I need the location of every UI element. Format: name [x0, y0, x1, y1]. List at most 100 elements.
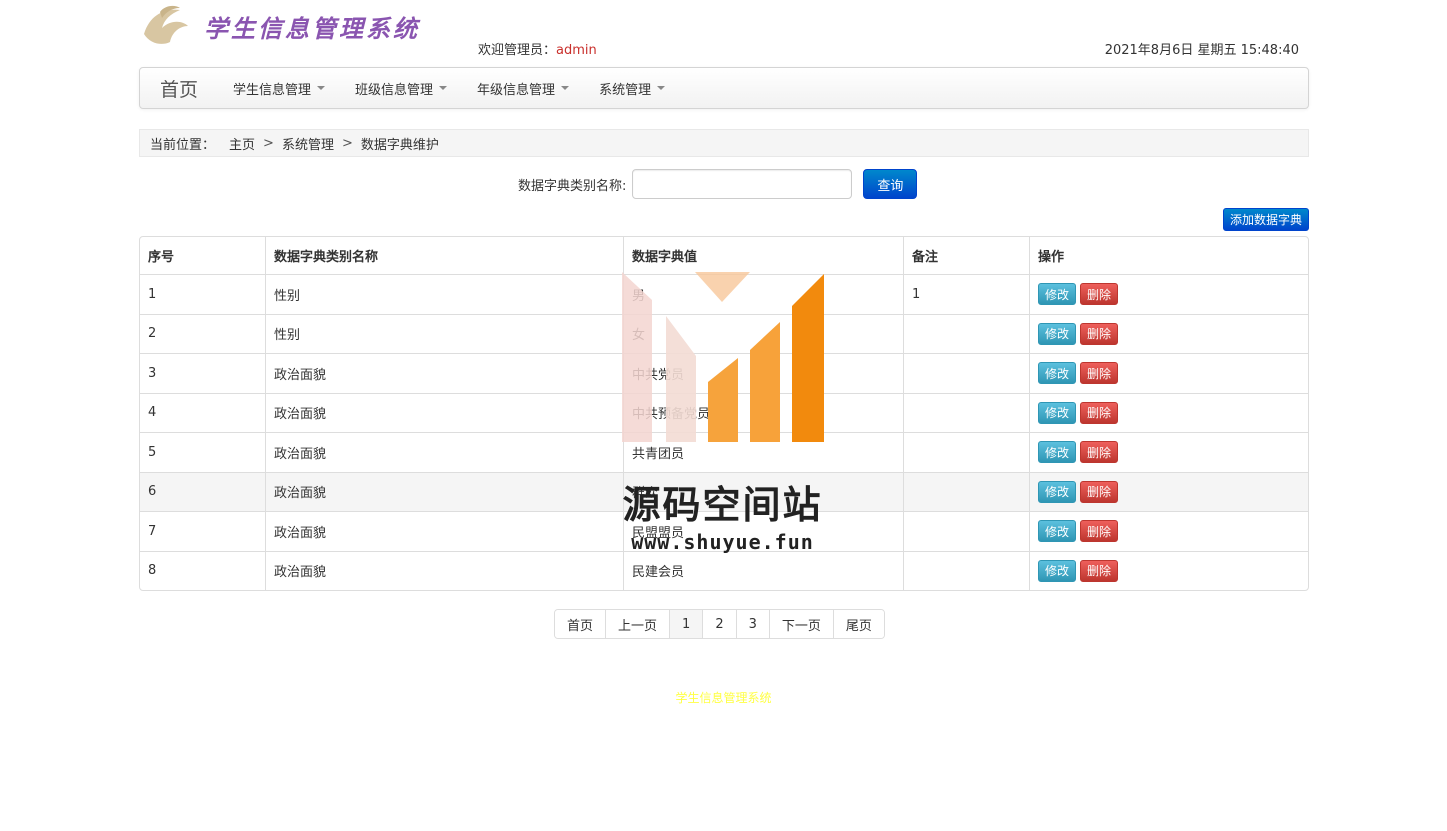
nav-menu-label: 年级信息管理	[477, 82, 556, 98]
pagination-item[interactable]: 下一页	[768, 610, 833, 638]
column-header: 备注	[903, 237, 1029, 274]
welcome-text: 欢迎管理员：admin	[478, 39, 597, 58]
cell-remark	[903, 471, 1029, 511]
cell-remark	[903, 313, 1029, 353]
pagination-item[interactable]: 2	[702, 610, 736, 638]
table-row: 2 性别女 修改 删除	[140, 313, 1308, 354]
welcome-prefix: 欢迎管理员：	[478, 43, 557, 58]
nav-menu-label: 班级信息管理	[355, 82, 434, 98]
cell-category: 性别	[265, 313, 623, 353]
column-header: 数据字典值	[623, 237, 903, 274]
delete-button[interactable]: 删除	[1080, 480, 1118, 503]
cell-actions: 修改 删除	[1029, 550, 1308, 590]
column-header: 序号	[148, 250, 175, 265]
delete-button[interactable]: 删除	[1080, 520, 1118, 543]
system-title: 学生信息管理系统	[204, 13, 420, 43]
caret-down-icon	[317, 86, 326, 90]
cell-actions: 修改 删除	[1029, 432, 1308, 472]
delete-button[interactable]: 删除	[1080, 401, 1118, 424]
watermark-title: 源码空间站	[622, 483, 823, 527]
cell-actions: 修改 删除	[1029, 274, 1308, 314]
breadcrumb-item-home[interactable]: 主页	[229, 134, 255, 153]
search-label: 数据字典类别名称:	[518, 178, 627, 194]
cell-id: 6	[140, 471, 265, 511]
cell-category: 政治面貌	[265, 353, 623, 393]
cell-value: 男	[623, 274, 903, 314]
edit-button[interactable]: 修改	[1038, 559, 1076, 582]
nav-menu-student[interactable]: 学生信息管理	[218, 79, 340, 98]
watermark-url: www.shuyue.fun	[631, 530, 814, 554]
cell-value: 共青团员	[623, 432, 903, 472]
pagination-item[interactable]: 上一页	[605, 610, 670, 638]
cell-remark	[903, 392, 1029, 432]
delete-button[interactable]: 删除	[1080, 362, 1118, 385]
cell-id: 4	[140, 392, 265, 433]
pagination-item[interactable]: 尾页	[832, 610, 884, 638]
cell-value: 中共预备党员	[623, 392, 903, 432]
caret-down-icon	[439, 86, 448, 90]
breadcrumb-item-current: 数据字典维护	[360, 137, 439, 153]
table-row: 1 性别男 1 修改 删除	[140, 274, 1308, 314]
table-row: 4 政治面貌 中共预备党员 修改 删除	[140, 392, 1308, 433]
table-header-row: 序号 数据字典类别名称 数据字典值 备注 操作	[140, 237, 1308, 274]
cell-category: 政治面貌	[265, 550, 623, 590]
delete-button[interactable]: 删除	[1080, 322, 1118, 345]
search-bar: 数据字典类别名称: 查询	[518, 169, 918, 199]
edit-button[interactable]: 修改	[1038, 401, 1076, 424]
edit-button[interactable]: 修改	[1038, 322, 1076, 345]
username: admin	[556, 43, 597, 58]
main-navbar: 首页 学生信息管理 班级信息管理 年级信息管理 系统管理	[139, 67, 1309, 109]
delete-button[interactable]: 删除	[1080, 559, 1118, 582]
breadcrumb-label: 当前位置：	[150, 137, 216, 153]
delete-button[interactable]: 删除	[1080, 441, 1118, 464]
cell-actions: 修改 删除	[1029, 353, 1308, 393]
edit-button[interactable]: 修改	[1038, 441, 1076, 464]
cell-category: 性别	[265, 274, 623, 314]
cell-actions: 修改 删除	[1029, 511, 1308, 551]
cell-id: 5	[140, 432, 265, 472]
table-row: 5 政治面貌 共青团员 修改 删除	[140, 432, 1308, 472]
cell-remark	[903, 550, 1029, 590]
table-row: 8 政治面貌 民建会员 修改 删除	[140, 550, 1308, 590]
pagination-item[interactable]: 3	[735, 610, 769, 638]
breadcrumb-item-system[interactable]: 系统管理	[282, 134, 334, 153]
edit-button[interactable]: 修改	[1038, 480, 1076, 503]
cell-category: 政治面貌	[265, 471, 623, 511]
pagination-item[interactable]: 1	[669, 610, 703, 638]
cell-category: 政治面貌	[265, 392, 623, 432]
pagination-item[interactable]: 首页	[555, 610, 606, 638]
column-header: 操作	[1029, 237, 1308, 274]
cell-id: 1	[140, 274, 265, 314]
footer-text: 学生信息管理系统	[675, 691, 772, 705]
edit-button[interactable]: 修改	[1038, 283, 1076, 306]
pagination: 首页 上一页 1 2 3 下一页 尾页	[554, 609, 885, 639]
edit-button[interactable]: 修改	[1038, 520, 1076, 543]
nav-menu-system[interactable]: 系统管理	[584, 79, 680, 98]
search-button[interactable]: 查询	[863, 169, 918, 199]
nav-menu-label: 系统管理	[599, 82, 652, 98]
cell-actions: 修改 删除	[1029, 471, 1308, 511]
current-datetime: 2021年8月6日 星期五 15:48:40	[1104, 43, 1299, 58]
nav-menu-class[interactable]: 班级信息管理	[340, 79, 462, 98]
cell-remark	[903, 353, 1029, 393]
nav-brand-home[interactable]: 首页	[140, 75, 218, 102]
nav-menu-grade[interactable]: 年级信息管理	[462, 79, 584, 98]
table-row: 3 政治面貌 中共党员 修改 删除	[140, 353, 1308, 393]
cell-value: 中共党员	[623, 353, 903, 393]
cell-id: 2	[140, 313, 265, 354]
cell-category: 政治面貌	[265, 432, 623, 472]
column-header: 数据字典类别名称	[265, 237, 623, 274]
cell-value: 民建会员	[623, 550, 903, 590]
cell-id: 3	[140, 353, 265, 393]
breadcrumb-separator: >	[341, 135, 353, 151]
add-dictionary-button[interactable]: 添加数据字典	[1223, 208, 1309, 231]
category-search-input[interactable]	[632, 169, 853, 199]
cell-remark: 1	[903, 274, 1029, 314]
cell-id: 7	[140, 511, 265, 551]
breadcrumb-separator: >	[263, 135, 274, 151]
logo-swallow-icon	[140, 4, 192, 48]
cell-value: 女	[623, 313, 903, 353]
delete-button[interactable]: 删除	[1080, 283, 1118, 306]
edit-button[interactable]: 修改	[1038, 362, 1076, 385]
logo: 学生信息管理系统	[140, 2, 440, 50]
